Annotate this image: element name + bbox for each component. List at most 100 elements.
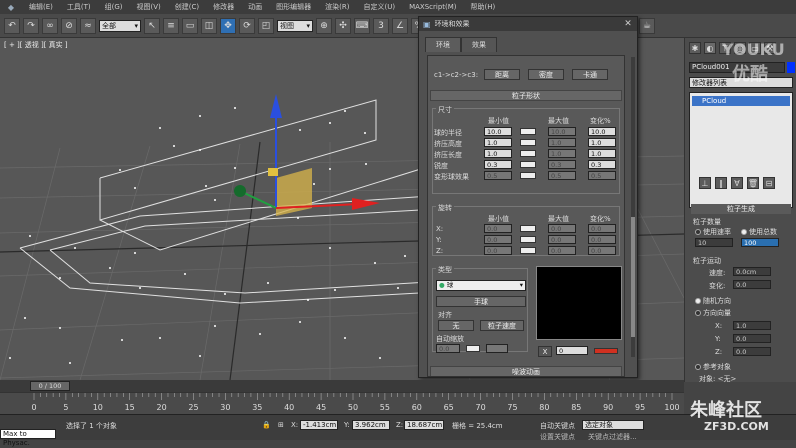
bind-spacewarp-icon[interactable]: ≈ [80,17,96,34]
auto-scale-var-field[interactable] [486,344,508,353]
render-production-icon[interactable]: ☕ [639,17,655,34]
pivot-center-icon[interactable]: ⊕ [316,17,332,34]
undo-icon[interactable]: ↶ [4,17,20,34]
modify-tab-icon[interactable]: ◐ [704,42,716,54]
menu-rendering[interactable]: 渲染(R) [318,2,356,12]
size-map-swatch[interactable] [520,139,536,146]
rotation-var-field[interactable]: 0.0 [588,224,616,233]
size-min-field[interactable]: 1.0 [484,149,512,158]
rate-field[interactable]: 10 [695,238,733,247]
auto-key-button[interactable]: 自动关键点 [540,421,575,431]
size-var-field[interactable]: 1.0 [588,149,616,158]
size-map-swatch[interactable] [520,150,536,157]
snap-icon[interactable]: 3 [373,17,389,34]
dir-y-field[interactable]: 0.0 [733,334,771,343]
redo-icon[interactable]: ↷ [23,17,39,34]
rotation-var-field[interactable]: 0.0 [588,246,616,255]
viewport-label[interactable]: [ + ][ 透视 ][ 真实 ] [4,40,68,50]
size-max-field[interactable]: 10.0 [548,127,576,136]
type-select[interactable]: ● 球 ▾ [436,280,526,291]
move-icon[interactable]: ✥ [220,17,236,34]
rotation-map-swatch[interactable] [520,236,536,243]
dir-x-field[interactable]: 1.0 [733,321,771,330]
link-icon[interactable]: ∞ [42,17,58,34]
create-tab-icon[interactable]: ✱ [689,42,701,54]
size-max-field[interactable]: 0.3 [548,160,576,169]
reference-coord-select[interactable]: 视图 ▾ [277,19,313,32]
stack-item-pcloud[interactable]: PCloud [692,96,790,106]
rotation-max-field[interactable]: 0.0 [548,224,576,233]
rotation-min-field[interactable]: 0.0 [484,224,512,233]
menu-maxscript[interactable]: MAXScript(M) [402,3,463,11]
object-color-swatch[interactable] [787,62,795,73]
lock-selection-icon[interactable]: 🔒 [262,421,271,429]
menu-group[interactable]: 组(G) [98,2,130,12]
scale-icon[interactable]: ◰ [258,17,274,34]
total-field[interactable]: 100 [741,238,779,247]
menu-tools[interactable]: 工具(T) [60,2,98,12]
menu-view[interactable]: 视图(V) [130,2,168,12]
unlink-icon[interactable]: ⊘ [61,17,77,34]
configure-sets-icon[interactable]: ⊟ [763,177,775,189]
sphere-button[interactable]: 手球 [436,296,526,307]
rotation-max-field[interactable]: 0.0 [548,235,576,244]
menu-edit[interactable]: 编辑(E) [22,2,60,12]
dialog-scrollbar-thumb[interactable] [631,217,635,337]
select-manipulate-icon[interactable]: ✣ [335,17,351,34]
key-filters-button[interactable]: 关键点过滤器... [588,432,637,442]
density-button[interactable]: 密度 [528,69,564,80]
window-crossing-icon[interactable]: ◫ [201,17,217,34]
select-by-name-icon[interactable]: ≡ [163,17,179,34]
size-min-field[interactable]: 1.0 [484,138,512,147]
time-slider-thumb[interactable]: 0 / 100 [30,381,70,391]
preview-x-button[interactable]: X [538,346,552,357]
menu-create[interactable]: 创建(C) [168,2,206,12]
x-coord-field[interactable]: -1.413cm [300,420,338,430]
size-min-field[interactable]: 0.5 [484,171,512,180]
keyboard-shortcut-icon[interactable]: ⌨ [354,17,370,34]
menu-modifiers[interactable]: 修改器 [206,2,241,12]
dialog-scrollbar[interactable] [631,57,635,357]
time-slider-track[interactable] [0,380,684,392]
dir-z-field[interactable]: 0.0 [733,347,771,356]
show-end-result-icon[interactable]: ‖ [715,177,727,189]
dialog-titlebar[interactable]: ▣ 环境和效果 ✕ [419,17,637,31]
particle-shape-rollout[interactable]: 粒子形状 [430,90,622,101]
size-max-field[interactable]: 1.0 [548,149,576,158]
set-key-button[interactable]: 设置关键点 [540,432,575,442]
size-max-field[interactable]: 0.5 [548,171,576,180]
rotation-min-field[interactable]: 0.0 [484,246,512,255]
pin-stack-icon[interactable]: ⊥ [699,177,711,189]
tab-effects[interactable]: 效果 [461,37,497,52]
size-map-swatch[interactable] [520,172,536,179]
remove-modifier-icon[interactable]: 🗑 [747,177,759,189]
rotation-max-field[interactable]: 0.0 [548,246,576,255]
rotation-map-swatch[interactable] [520,225,536,232]
z-coord-field[interactable]: 18.687cm [404,420,444,430]
rotation-var-field[interactable]: 0.0 [588,235,616,244]
use-rate-radio[interactable]: 使用速率 [695,227,731,237]
make-unique-icon[interactable]: ∀ [731,177,743,189]
size-var-field[interactable]: 0.3 [588,160,616,169]
angle-snap-icon[interactable]: ∠ [392,17,408,34]
maxscript-listener[interactable]: Max to Physac. [0,429,56,447]
speed-field[interactable]: 0.0cm [733,267,771,276]
y-coord-field[interactable]: 3.962cm [352,420,390,430]
reference-object-radio[interactable]: 参考对象 [695,362,731,372]
rotation-min-field[interactable]: 0.0 [484,235,512,244]
preview-color-swatch[interactable] [594,348,618,354]
size-min-field[interactable]: 10.0 [484,127,512,136]
menu-animation[interactable]: 动画 [241,2,269,12]
direction-vector-radio[interactable]: 方向向量 [695,308,731,318]
close-icon[interactable]: ✕ [623,19,633,29]
size-var-field[interactable]: 1.0 [588,138,616,147]
menu-help[interactable]: 帮助(H) [464,2,503,12]
align-speed-button[interactable]: 粒子速度 [480,320,524,331]
distance-button[interactable]: 距离 [484,69,520,80]
rotation-map-swatch[interactable] [520,247,536,254]
size-map-swatch[interactable] [520,128,536,135]
rect-selection-icon[interactable]: ▭ [182,17,198,34]
menu-graph-editors[interactable]: 图形编辑器 [269,2,318,12]
cartoon-button[interactable]: 卡通 [572,69,608,80]
noise-animation-rollout[interactable]: 噪波动画 [430,366,622,376]
